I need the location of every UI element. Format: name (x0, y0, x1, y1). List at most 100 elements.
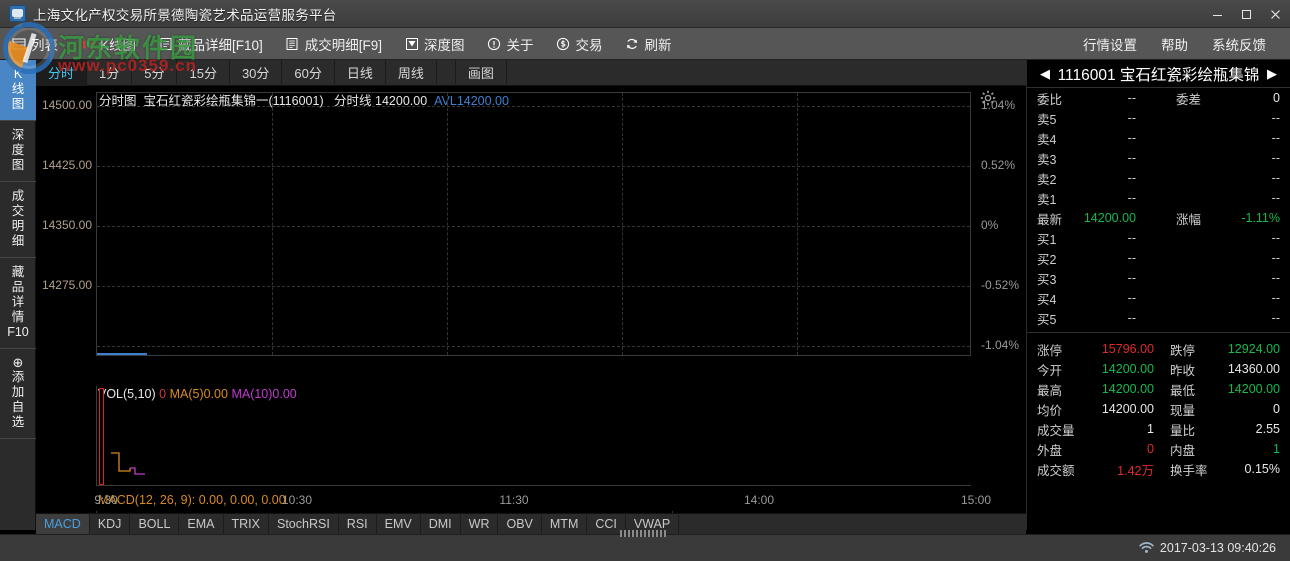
quote-symbol-code: 1116001 (1057, 66, 1116, 84)
indicator-tab-kdj[interactable]: KDJ (90, 513, 131, 535)
bid-row-4[interactable]: 买4 -- -- (1027, 288, 1290, 308)
ask-price-1: -- (1127, 191, 1136, 205)
sidebar-item-kline-char-2: 图 (11, 97, 25, 111)
price-chart-pane[interactable] (96, 92, 971, 356)
timeframe-tab-60min[interactable]: 60分 (282, 59, 335, 86)
bid-price-5: -- (1127, 311, 1136, 325)
bid-price-1: -- (1127, 231, 1136, 245)
toolbar-item-feedback[interactable]: 系统反馈 (1200, 28, 1278, 60)
timeframe-tab-daily[interactable]: 日线 (335, 59, 386, 86)
timeframe-tabs: 分时 1分 5分 15分 30分 60分 日线 周线 画图 (36, 59, 1026, 86)
timeframe-label-5: 60分 (294, 66, 322, 81)
ask-row-2[interactable]: 卖2 -- -- (1027, 168, 1290, 188)
title-bar: 上海文化产权交易所景德陶瓷艺术品运营服务平台 (0, 0, 1290, 28)
ask-row-3[interactable]: 卖3 -- -- (1027, 148, 1290, 168)
indicator-tab-ema[interactable]: EMA (179, 513, 224, 535)
percent-tick-1: 0.52% (981, 158, 1016, 172)
toolbar-item-help[interactable]: 帮助 (1149, 28, 1200, 60)
ratio-diff-value: 0 (1273, 91, 1280, 105)
toolbar-item-trade[interactable]: 交易 (545, 28, 614, 60)
indicator-tab-boll[interactable]: BOLL (130, 513, 180, 535)
indicator-tab-wr[interactable]: WR (461, 513, 499, 535)
toolbar-label-about: 关于 (506, 37, 534, 53)
bid-price-2: -- (1127, 251, 1136, 265)
timeframe-tab-1min[interactable]: 1分 (87, 59, 133, 86)
indicator-label-4: TRIX (231, 517, 260, 531)
indicator-tab-mtm[interactable]: MTM (542, 513, 588, 535)
toolbar-item-trade-detail[interactable]: 成交明细[F9] (274, 28, 393, 60)
ask-row-1[interactable]: 卖1 -- -- (1027, 188, 1290, 208)
indicator-tab-macd[interactable]: MACD (36, 513, 90, 535)
volume-chart-pane[interactable] (96, 386, 971, 486)
timeframe-label-2: 5分 (144, 66, 165, 81)
refresh-icon (625, 36, 640, 51)
sidebar-item-add-favorite-char-2: 自 (11, 400, 25, 414)
bid-row-3[interactable]: 买3 -- -- (1027, 268, 1290, 288)
sidebar-item-kline[interactable]: K 线 图 (0, 60, 36, 121)
toolbar-item-about[interactable]: 关于 (476, 28, 545, 60)
sidebar-item-depth[interactable]: 深 度 图 (0, 121, 36, 182)
indicator-tab-emv[interactable]: EMV (377, 513, 421, 535)
percent-tick-4: -1.04% (981, 338, 1020, 352)
sidebar-item-add-favorite-char-3: 选 (11, 415, 25, 429)
toolbar-item-depth[interactable]: 深度图 (393, 28, 476, 60)
gridline-h-4 (97, 346, 970, 347)
ratio-diff-label: 委差 (1176, 92, 1202, 107)
ask-row-5[interactable]: 卖5 -- -- (1027, 108, 1290, 128)
toolbar-item-collection-detail[interactable]: 藏品详细[F10] (147, 28, 274, 60)
close-button[interactable] (1261, 0, 1290, 28)
timeframe-label-4: 30分 (241, 66, 270, 81)
ask-volume-4: -- (1271, 131, 1280, 145)
stat-value2-4: 2.55 (1255, 422, 1280, 436)
sidebar-item-add-favorite[interactable]: ⊕ 添 加 自 选 (0, 349, 36, 439)
sidebar-item-collection-detail-char-1: 品 (11, 280, 25, 294)
bid-label-1: 买1 (1037, 232, 1057, 247)
timeframe-tab-5min[interactable]: 5分 (132, 59, 178, 86)
next-symbol-arrow-icon[interactable]: ▶ (1264, 66, 1280, 82)
minimize-button[interactable] (1203, 0, 1232, 28)
bid-list: 买1 -- -- 买2 -- -- 买3 -- -- 买4 -- -- 买5 -… (1027, 228, 1290, 328)
bid-row-1[interactable]: 买1 -- -- (1027, 228, 1290, 248)
toolbar-item-refresh[interactable]: 刷新 (614, 28, 683, 60)
bid-label-4: 买4 (1037, 292, 1057, 307)
stat-row-outer-inner: 外盘 0 内盘 1 (1027, 439, 1290, 459)
sidebar-item-collection-detail[interactable]: 藏 品 详 情 F10 (0, 258, 36, 349)
stat-row-high-low: 最高 14200.00 最低 14200.00 (1027, 379, 1290, 399)
timeframe-tab-weekly[interactable]: 周线 (386, 59, 437, 86)
chart-plot-area[interactable]: 分时图 宝石红瓷彩绘瓶集锦一(1116001) 分时线 14200.00 AVL… (36, 86, 1026, 561)
indicator-tab-trix[interactable]: TRIX (224, 513, 269, 535)
toolbar-item-kline[interactable]: K线图 (69, 28, 147, 60)
plus-circle-icon: ⊕ (12, 355, 24, 370)
timeframe-tab-15min[interactable]: 15分 (177, 59, 230, 86)
timeframe-tab-draw[interactable]: 画图 (454, 59, 507, 86)
indicator-tab-obv[interactable]: OBV (498, 513, 542, 535)
indicator-tab-stochrsi[interactable]: StochRSI (269, 513, 339, 535)
indicator-label-10: OBV (506, 517, 533, 531)
sidebar-item-trade-detail[interactable]: 成 交 明 细 (0, 182, 36, 258)
quote-symbol-name: 宝石红瓷彩绘瓶集锦 (1119, 66, 1260, 84)
stat-value-6: 1.42万 (1117, 463, 1154, 478)
stat-key-0: 涨停 (1037, 343, 1063, 358)
timeframe-tab-30min[interactable]: 30分 (230, 59, 283, 86)
toolbar-label-kline: K线图 (100, 37, 137, 53)
horizontal-scroll-grip[interactable] (620, 530, 666, 537)
indicator-tab-dmi[interactable]: DMI (421, 513, 461, 535)
ask-label-2: 卖2 (1037, 172, 1057, 187)
bid-row-2[interactable]: 买2 -- -- (1027, 248, 1290, 268)
indicator-tab-rsi[interactable]: RSI (339, 513, 377, 535)
price-tick-1: 14425.00 (41, 158, 92, 172)
toolbar-label-trade: 交易 (575, 37, 603, 53)
prev-symbol-arrow-icon[interactable]: ◀ (1037, 66, 1053, 82)
maximize-button[interactable] (1232, 0, 1261, 28)
stat-key-4: 成交量 (1037, 423, 1075, 438)
toolbar-item-market-settings[interactable]: 行情设置 (1071, 28, 1149, 60)
ask-row-4[interactable]: 卖4 -- -- (1027, 128, 1290, 148)
stat-row-avg: 均价 14200.00 现量 0 (1027, 399, 1290, 419)
bid-row-5[interactable]: 买5 -- -- (1027, 308, 1290, 328)
price-tick-3: 14275.00 (41, 278, 92, 292)
toolbar-item-list[interactable]: 列表 (0, 28, 69, 60)
volume-ma-lines (111, 452, 145, 475)
timeframe-tab-fenshi[interactable]: 分时 (36, 59, 88, 86)
gridline-v-2 (622, 93, 623, 355)
bid-label-2: 买2 (1037, 252, 1057, 267)
